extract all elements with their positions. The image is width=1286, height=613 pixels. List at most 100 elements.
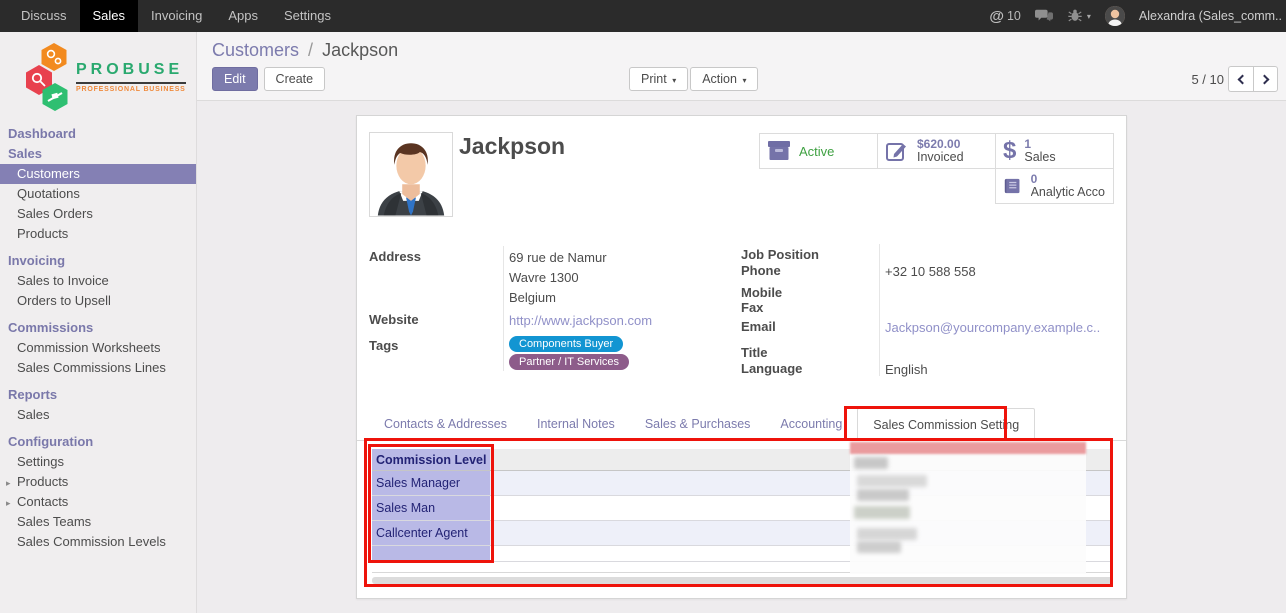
sidebar-section-configuration[interactable]: Configuration: [0, 432, 196, 452]
mobile-label: Mobile: [741, 285, 782, 300]
fax-label: Fax: [741, 300, 763, 315]
tags-label: Tags: [369, 338, 398, 353]
redacted-value: [857, 541, 901, 553]
chat-icon[interactable]: [1035, 8, 1053, 24]
tab-sales-commission-setting[interactable]: Sales Commission Setting: [857, 408, 1035, 441]
title-label: Title: [741, 345, 768, 360]
horizontal-scrollbar[interactable]: [372, 577, 1113, 584]
brand-tagline: PROFESSIONAL BUSINESS: [76, 82, 186, 93]
partner-photo[interactable]: [369, 132, 453, 217]
top-menu-bar: Discuss Sales Invoicing Apps Settings @ …: [0, 0, 1286, 32]
app-window: Discuss Sales Invoicing Apps Settings @ …: [0, 0, 1286, 613]
redacted-value: [857, 528, 917, 540]
menu-apps[interactable]: Apps: [215, 0, 271, 32]
menu-sales[interactable]: Sales: [80, 0, 139, 32]
chevron-right-icon: ▸: [6, 496, 11, 510]
user-name[interactable]: Alexandra (Sales_comm..: [1139, 9, 1282, 23]
sales-stat-button[interactable]: $ 1 Sales: [995, 133, 1114, 169]
mention-counter[interactable]: @ 10: [989, 8, 1021, 25]
chevron-left-icon: [1238, 74, 1248, 84]
edit-button[interactable]: Edit: [212, 67, 258, 91]
redacted-column-overlay: [850, 442, 1086, 574]
invoiced-label: Invoiced: [917, 151, 964, 164]
email-label: Email: [741, 319, 776, 334]
menu-invoicing[interactable]: Invoicing: [138, 0, 215, 32]
user-avatar[interactable]: [1105, 6, 1125, 26]
caret-down-icon: ▾: [742, 76, 746, 85]
commission-level-cell: Sales Manager: [372, 471, 490, 495]
field-separator: [879, 244, 880, 376]
print-button[interactable]: Print ▾: [629, 67, 688, 91]
breadcrumb-separator: /: [304, 40, 317, 60]
at-icon: @: [989, 8, 1004, 25]
sidebar-item-customers[interactable]: Customers: [0, 164, 196, 184]
sidebar-item-sales-orders[interactable]: Sales Orders: [0, 204, 196, 224]
pager-previous-button[interactable]: [1228, 66, 1253, 92]
sidebar-section-invoicing[interactable]: Invoicing: [0, 251, 196, 271]
caret-down-icon: ▾: [672, 76, 676, 85]
caret-down-icon: ▾: [1087, 12, 1091, 21]
sidebar-item-products[interactable]: Products: [0, 224, 196, 244]
tab-internal-notes[interactable]: Internal Notes: [522, 408, 630, 440]
sidebar: PROBUSE PROFESSIONAL BUSINESS Dashboard …: [0, 32, 197, 613]
website-link[interactable]: http://www.jackpson.com: [509, 313, 652, 328]
commission-level-cell: Callcenter Agent: [372, 521, 490, 545]
tag-partner-it-services: Partner / IT Services: [509, 354, 629, 370]
redacted-value: [857, 489, 909, 501]
sidebar-item-config-contacts[interactable]: ▸ Contacts: [0, 492, 196, 512]
debug-menu[interactable]: ▾: [1067, 8, 1091, 24]
sidebar-item-reports-sales[interactable]: Sales: [0, 405, 196, 425]
sidebar-nav: Dashboard Sales Customers Quotations Sal…: [0, 112, 196, 552]
sidebar-section-commissions[interactable]: Commissions: [0, 318, 196, 338]
tag-components-buyer: Components Buyer: [509, 336, 623, 352]
sidebar-item-sales-to-invoice[interactable]: Sales to Invoice: [0, 271, 196, 291]
invoiced-stat-button[interactable]: $620.00 Invoiced: [877, 133, 996, 169]
sidebar-item-quotations[interactable]: Quotations: [0, 184, 196, 204]
active-stat-button[interactable]: Active: [759, 133, 878, 169]
sidebar-item-dashboard[interactable]: Dashboard: [0, 124, 196, 144]
breadcrumb-current: Jackpson: [322, 40, 398, 60]
redacted-header: [850, 442, 1086, 454]
dollar-icon: $: [1003, 139, 1016, 163]
job-position-label: Job Position: [741, 247, 819, 262]
address-label: Address: [369, 249, 421, 264]
sidebar-item-sales-commissions-lines[interactable]: Sales Commissions Lines: [0, 358, 196, 378]
sidebar-item-label: Contacts: [17, 494, 68, 509]
menu-discuss[interactable]: Discuss: [8, 0, 80, 32]
bug-icon: [1067, 8, 1085, 24]
partner-form-sheet: Jackpson Active $620.00 Invoiced $ 1 Sal…: [356, 115, 1127, 599]
phone-value: +32 10 588 558: [885, 264, 976, 279]
chevron-right-icon: ▸: [6, 476, 11, 490]
sidebar-item-config-products[interactable]: ▸ Products: [0, 472, 196, 492]
commission-level-cell: Sales Man: [372, 496, 490, 520]
analytic-accounts-stat-button[interactable]: 0 Analytic Acco...: [995, 168, 1114, 204]
language-label: Language: [741, 361, 802, 376]
address-country: Belgium: [509, 290, 556, 305]
tab-contacts-addresses[interactable]: Contacts & Addresses: [369, 408, 522, 440]
action-label: Action: [702, 72, 737, 86]
tab-sales-purchases[interactable]: Sales & Purchases: [630, 408, 766, 440]
language-value: English: [885, 362, 928, 377]
email-link[interactable]: Jackpson@yourcompany.example.c..: [885, 320, 1100, 335]
edit-invoice-icon: [885, 140, 909, 162]
notebook-tabs: Contacts & Addresses Internal Notes Sale…: [357, 408, 1126, 441]
sidebar-item-orders-to-upsell[interactable]: Orders to Upsell: [0, 291, 196, 311]
menu-settings[interactable]: Settings: [271, 0, 344, 32]
sidebar-section-sales[interactable]: Sales: [0, 144, 196, 164]
sidebar-item-sales-commission-levels[interactable]: Sales Commission Levels: [0, 532, 196, 552]
pager-next-button[interactable]: [1253, 66, 1278, 92]
sidebar-item-sales-teams[interactable]: Sales Teams: [0, 512, 196, 532]
sidebar-section-reports[interactable]: Reports: [0, 385, 196, 405]
print-label: Print: [641, 72, 667, 86]
address-street: 69 rue de Namur: [509, 250, 607, 265]
create-button[interactable]: Create: [264, 67, 326, 91]
sidebar-item-settings[interactable]: Settings: [0, 452, 196, 472]
brand-name: PROBUSE: [76, 61, 186, 79]
address-city: Wavre 1300: [509, 270, 579, 285]
tab-accounting[interactable]: Accounting: [765, 408, 857, 440]
sidebar-item-commission-worksheets[interactable]: Commission Worksheets: [0, 338, 196, 358]
commission-level-header: Commission Level: [372, 449, 490, 470]
breadcrumb-customers[interactable]: Customers: [212, 40, 299, 60]
action-button[interactable]: Action ▾: [690, 67, 758, 91]
brand-logo: PROBUSE PROFESSIONAL BUSINESS: [0, 32, 196, 112]
